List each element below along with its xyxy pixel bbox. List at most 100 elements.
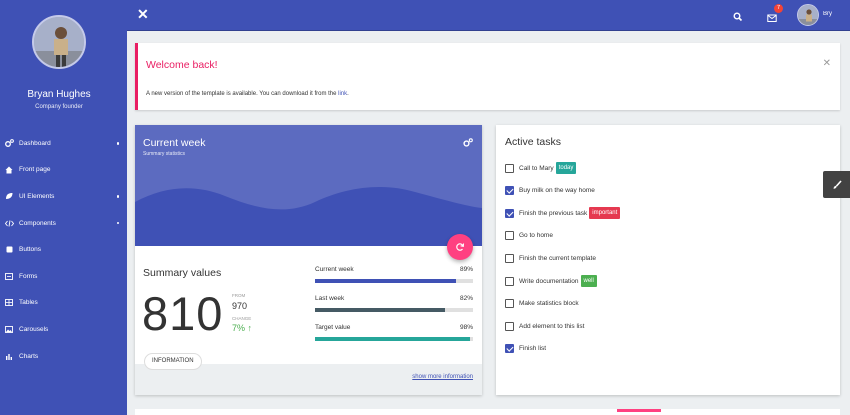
close-alert-icon[interactable]: ✕	[823, 58, 831, 69]
from-value: 970	[232, 301, 248, 311]
top-user-name[interactable]: Bry	[823, 11, 843, 17]
sidebar-item-label: Charts	[19, 352, 39, 360]
task-item[interactable]: Make statistics block	[505, 298, 579, 310]
table-icon	[4, 299, 14, 307]
top-user-avatar[interactable]	[797, 4, 819, 26]
mail-icon[interactable]	[767, 10, 777, 28]
wave-graphic	[135, 187, 482, 246]
expand-dot	[116, 195, 119, 198]
next-card-peek	[135, 409, 840, 415]
task-item[interactable]: Finish list	[505, 343, 546, 355]
information-button[interactable]: INFORMATION	[144, 353, 202, 370]
sidebar-item-components[interactable]: Components	[0, 210, 127, 237]
task-checkbox[interactable]	[505, 344, 514, 354]
user-avatar[interactable]	[32, 15, 86, 69]
search-icon[interactable]	[733, 9, 743, 27]
summary-big-value: 810	[142, 287, 224, 340]
code-icon	[4, 220, 14, 227]
task-checkbox[interactable]	[505, 231, 514, 241]
task-checkbox[interactable]	[505, 276, 514, 286]
welcome-alert: Welcome back! ✕ A new version of the tem…	[135, 43, 840, 110]
progress-label: Target value	[315, 324, 351, 331]
progress-label: Last week	[315, 295, 345, 302]
task-checkbox[interactable]	[505, 186, 514, 196]
refresh-button[interactable]	[447, 234, 473, 260]
sidebar-item-tables[interactable]: Tables	[0, 290, 127, 317]
task-text: Write documentation	[519, 277, 579, 285]
task-item[interactable]: Buy milk on the way home	[505, 185, 595, 197]
download-link[interactable]: link	[338, 91, 347, 97]
task-text: Call to Mary	[519, 164, 554, 172]
progress-target-value: Target value 98%	[315, 324, 473, 341]
sidebar-item-label: Buttons	[19, 246, 42, 254]
paint-brush-icon	[833, 179, 842, 189]
progress-percent: 82%	[459, 295, 473, 302]
mail-count-badge: 7	[774, 4, 783, 13]
task-tag: today	[555, 162, 577, 174]
active-tasks-card: Active tasks Call to Mary today Buy milk o…	[496, 125, 840, 395]
task-item[interactable]: Go to home	[505, 230, 553, 242]
form-icon	[4, 272, 14, 280]
welcome-message-end: .	[347, 91, 349, 97]
sidebar-nav: Dashboard Front page UI Elements Compone…	[0, 130, 127, 369]
expand-dot	[116, 221, 119, 225]
sidebar-item-label: UI Elements	[19, 192, 55, 200]
task-item[interactable]: Finish the previous task important	[505, 207, 621, 220]
cogs-icon	[4, 139, 14, 148]
progress-last-week: Last week 82%	[315, 295, 473, 312]
task-tag: important	[589, 207, 621, 220]
change-value: 7% ↑	[232, 323, 253, 333]
progress-fill	[315, 337, 470, 341]
current-week-header: Current week Summary statistics	[135, 125, 482, 246]
sidebar-item-ui-elements[interactable]: UI Elements	[0, 183, 127, 210]
change-label: CHANGE	[232, 316, 252, 321]
sidebar: Bryan Hughes Company founder Dashboard F…	[0, 0, 127, 415]
welcome-message: A new version of the template is availab…	[146, 91, 349, 97]
from-label: FROM	[232, 293, 246, 298]
task-checkbox[interactable]	[505, 299, 514, 309]
task-checkbox[interactable]	[505, 321, 514, 331]
sidebar-item-front-page[interactable]: Front page	[0, 157, 127, 184]
sidebar-item-label: Tables	[19, 299, 38, 307]
sidebar-item-buttons[interactable]: Buttons	[0, 236, 127, 263]
sidebar-item-charts[interactable]: Charts	[0, 343, 127, 370]
leaf-icon	[4, 192, 14, 200]
next-card-accent	[617, 409, 661, 412]
current-week-card: Current week Summary statistics Summary …	[135, 125, 482, 395]
summary-title: Summary values	[143, 267, 222, 279]
task-tag: well	[580, 275, 597, 287]
expand-dot	[116, 142, 119, 145]
task-text: Go to home	[519, 232, 553, 240]
task-item[interactable]: Write documentation well	[505, 275, 597, 287]
progress-label: Current week	[315, 266, 354, 273]
user-name: Bryan Hughes	[27, 89, 91, 100]
sidebar-item-forms[interactable]: Forms	[0, 263, 127, 290]
progress-fill	[315, 308, 445, 312]
sidebar-item-label: Front page	[19, 166, 51, 174]
task-checkbox[interactable]	[505, 208, 514, 218]
task-checkbox[interactable]	[505, 163, 514, 173]
task-item[interactable]: Add element to this list	[505, 320, 584, 332]
task-text: Buy milk on the way home	[519, 187, 595, 195]
progress-track	[315, 308, 473, 312]
sidebar-item-dashboard[interactable]: Dashboard	[0, 130, 127, 157]
welcome-title: Welcome back!	[146, 59, 218, 71]
task-item[interactable]: Call to Mary today	[505, 162, 577, 174]
refresh-icon	[456, 243, 465, 251]
task-checkbox[interactable]	[505, 253, 514, 263]
sidebar-item-label: Carousels	[19, 325, 49, 333]
show-more-link[interactable]: show more information	[412, 374, 473, 380]
task-item[interactable]: Finish the current template	[505, 252, 596, 264]
close-icon[interactable]: ✕	[137, 6, 149, 23]
cogs-icon[interactable]	[463, 134, 473, 152]
progress-percent: 89%	[459, 266, 473, 273]
sidebar-item-label: Forms	[19, 272, 38, 280]
sidebar-item-carousels[interactable]: Carousels	[0, 316, 127, 343]
current-week-subtitle: Summary statistics	[143, 151, 185, 157]
theme-customizer-button[interactable]	[823, 171, 850, 198]
task-text: Finish the previous task	[519, 209, 588, 217]
top-bar: ✕ 7 Bry	[127, 0, 850, 31]
progress-fill	[315, 279, 456, 283]
current-week-title: Current week	[143, 137, 206, 149]
progress-percent: 98%	[459, 324, 473, 331]
